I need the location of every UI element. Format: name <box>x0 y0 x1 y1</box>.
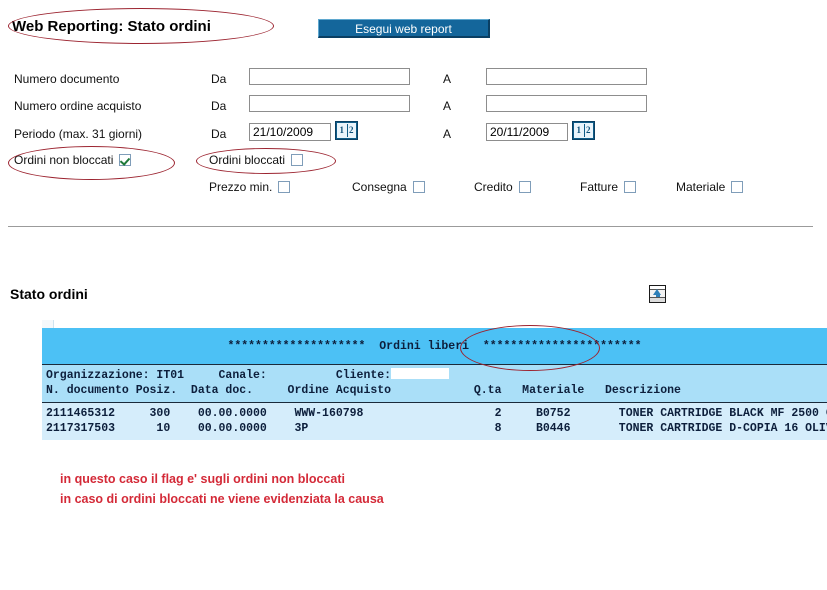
report-meta-text: Organizzazione: IT01 Canale: Cliente: <box>46 369 392 382</box>
report-rows: 2111465312 300 00.00.0000 WWW-160798 2 B… <box>42 403 827 440</box>
checkbox-prezzo-min[interactable]: Prezzo min. <box>209 180 291 194</box>
report-banner: ******************** Ordini liberi *****… <box>42 328 827 365</box>
label-a-numero-documento: A <box>443 72 452 86</box>
numero-ordine-to-input[interactable] <box>486 95 647 112</box>
report-header-block: Organizzazione: IT01 Canale: Cliente: N.… <box>42 365 827 403</box>
banner-stars-left: ******************** <box>227 340 366 353</box>
label-a-numero-ordine: A <box>443 99 452 113</box>
calendar-picker-icon-from[interactable]: 12 <box>335 121 358 140</box>
section-divider <box>8 226 813 227</box>
report-column-header-line: N. documento Posiz. Data doc. Ordine Acq… <box>46 384 681 397</box>
checkbox-ordini-non-bloccati[interactable]: Ordini non bloccati <box>14 153 132 167</box>
report-meta-line: Organizzazione: IT01 Canale: Cliente: <box>46 368 827 383</box>
checkbox-label-prezzo-min: Prezzo min. <box>209 180 273 194</box>
banner-stars-right: *********************** <box>482 340 642 353</box>
calendar-picker-icon-to[interactable]: 12 <box>572 121 595 140</box>
checkbox-box-consegna[interactable] <box>412 181 425 193</box>
export-upload-icon[interactable] <box>649 285 666 303</box>
numero-documento-to-input[interactable] <box>486 68 647 85</box>
report-table: ******************** Ordini liberi *****… <box>42 320 827 440</box>
checkbox-label-consegna: Consegna <box>352 180 407 194</box>
checkbox-materiale[interactable]: Materiale <box>676 180 744 194</box>
calendar-glyph: 12 <box>337 123 356 138</box>
periodo-from-date-input[interactable] <box>249 123 331 141</box>
annotation-line-2: in caso di ordini bloccati ne viene evid… <box>60 492 384 506</box>
table-row[interactable]: 2111465312 300 00.00.0000 WWW-160798 2 B… <box>46 406 827 421</box>
annotation-line-1: in questo caso il flag e' sugli ordini n… <box>60 472 345 486</box>
numero-ordine-from-input[interactable] <box>249 95 410 112</box>
checkbox-consegna[interactable]: Consegna <box>352 180 425 194</box>
table-row[interactable]: 2117317503 10 00.00.0000 3P 8 B0446 TONE… <box>46 421 827 436</box>
checkbox-fatture[interactable]: Fatture <box>580 180 637 194</box>
checkbox-box-ordini-non-bloccati[interactable] <box>119 154 132 166</box>
run-web-report-button[interactable]: Esegui web report <box>318 19 490 38</box>
banner-title: Ordini liberi <box>379 340 469 353</box>
label-a-periodo: A <box>443 127 452 141</box>
checkbox-label-ordini-non-bloccati: Ordini non bloccati <box>14 153 114 167</box>
results-section-title: Stato ordini <box>10 286 88 302</box>
calendar-glyph: 12 <box>574 123 593 138</box>
checkbox-label-credito: Credito <box>474 180 513 194</box>
periodo-to-date-input[interactable] <box>486 123 568 141</box>
checkbox-label-fatture: Fatture <box>580 180 619 194</box>
label-da-periodo: Da <box>211 127 227 141</box>
label-da-numero-ordine: Da <box>211 99 227 113</box>
export-icon-bottom-bar <box>650 297 665 302</box>
checkbox-box-prezzo-min[interactable] <box>278 181 291 193</box>
checkbox-box-fatture[interactable] <box>624 181 637 193</box>
page-title: Web Reporting: Stato ordini <box>12 18 211 35</box>
checkbox-box-ordini-bloccati[interactable] <box>291 154 304 166</box>
report-banner-text: ******************** Ordini liberi *****… <box>42 340 827 353</box>
label-periodo: Periodo (max. 31 giorni) <box>14 127 143 141</box>
numero-documento-from-input[interactable] <box>249 68 410 85</box>
checkbox-credito[interactable]: Credito <box>474 180 531 194</box>
checkbox-ordini-bloccati[interactable]: Ordini bloccati <box>209 153 304 167</box>
label-da-numero-documento: Da <box>211 72 227 86</box>
label-numero-ordine-acquisto: Numero ordine acquisto <box>14 99 142 113</box>
label-numero-documento: Numero documento <box>14 72 120 86</box>
checkbox-label-materiale: Materiale <box>676 180 726 194</box>
checkbox-label-ordini-bloccati: Ordini bloccati <box>209 153 286 167</box>
checkbox-box-credito[interactable] <box>518 181 531 193</box>
checkbox-box-materiale[interactable] <box>731 181 744 193</box>
cliente-redacted-value <box>391 368 450 379</box>
